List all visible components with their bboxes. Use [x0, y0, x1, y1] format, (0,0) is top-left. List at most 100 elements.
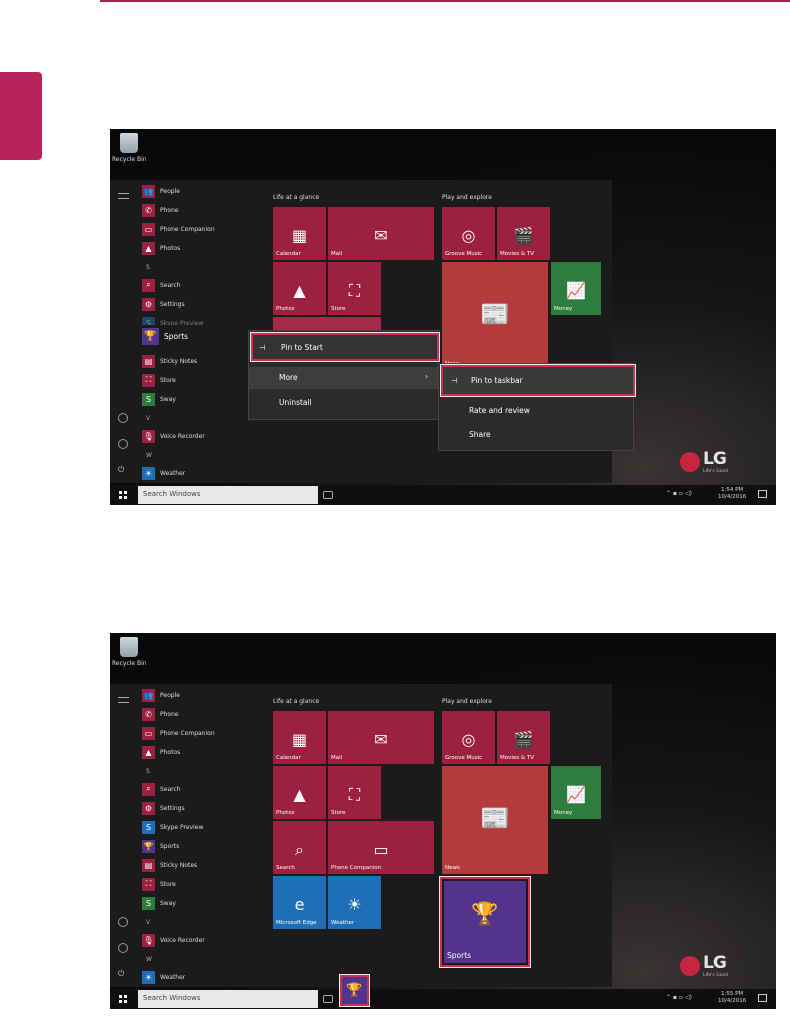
letter-v[interactable]: V — [146, 919, 150, 926]
letter-w[interactable]: W — [146, 956, 152, 963]
app-sway[interactable]: S Sway — [142, 895, 252, 911]
app-store[interactable]: ⛶ Store — [142, 876, 252, 892]
user-icon[interactable] — [118, 413, 128, 423]
app-voice-recorder[interactable]: 🎙 Voice Recorder — [142, 932, 252, 948]
tile-weather[interactable]: ☀ Weather — [328, 876, 381, 929]
app-sticky-notes[interactable]: ▤ Sticky Notes — [142, 353, 252, 369]
tile-microsoft-edge[interactable]: e Microsoft Edge — [273, 876, 326, 929]
system-tray-icons[interactable]: ⌃ ▪ ▫ ◁) — [666, 994, 692, 1001]
clock[interactable]: 1:54 PM 10/4/2016 — [718, 487, 746, 501]
tile-store[interactable]: ⛶ Store — [328, 766, 381, 819]
app-settings[interactable]: ⚙ Settings — [142, 296, 252, 312]
task-view-icon[interactable] — [323, 491, 333, 499]
windows-logo-icon[interactable] — [119, 491, 127, 499]
pin-to-taskbar-item[interactable]: ⊣ Pin to taskbar — [440, 364, 636, 397]
app-phone-companion[interactable]: ▭ Phone Companion — [142, 725, 252, 741]
search-box[interactable]: Search Windows — [138, 990, 318, 1008]
app-photos[interactable]: ▲ Photos — [142, 744, 252, 760]
mail-icon: ✉ — [374, 225, 388, 245]
windows-logo-icon[interactable] — [119, 995, 127, 1003]
app-weather[interactable]: ☀ Weather — [142, 969, 252, 985]
letter-w[interactable]: W — [146, 452, 152, 459]
search-box[interactable]: Search Windows — [138, 486, 318, 504]
lg-logo-icon — [680, 955, 700, 976]
sun-icon: ☀ — [142, 970, 155, 984]
recycle-bin-icon[interactable] — [120, 637, 138, 657]
app-phone[interactable]: ✆ Phone — [142, 202, 252, 218]
app-phone-companion[interactable]: ▭ Phone Companion — [142, 221, 252, 237]
share-item[interactable]: Share — [439, 425, 633, 445]
settings-icon[interactable] — [118, 943, 128, 953]
tile-calendar[interactable]: ▦ Calendar — [273, 711, 326, 764]
tile-store[interactable]: ⛶ Store — [328, 262, 381, 315]
system-tray-icons[interactable]: ⌃ ▪ ▫ ◁) — [666, 490, 692, 497]
rate-and-review-item[interactable]: Rate and review — [439, 401, 633, 421]
tile-mail[interactable]: ✉ Mail — [328, 711, 434, 764]
app-search[interactable]: ⌕ Search — [142, 781, 252, 797]
power-icon[interactable]: ⏻ — [118, 969, 124, 979]
tile-sports[interactable]: 🏆 Sports — [444, 881, 526, 963]
app-sports-selected[interactable]: 🏆 Sports — [140, 325, 240, 347]
tile-mail[interactable]: ✉ Mail — [328, 207, 434, 260]
sun-icon: ☀ — [142, 466, 155, 480]
mail-icon: ✉ — [374, 729, 388, 749]
app-people[interactable]: 👥 People — [142, 183, 252, 199]
task-view-icon[interactable] — [323, 995, 333, 1003]
notification-icon[interactable] — [758, 994, 767, 1002]
newspaper-icon: 📰 — [480, 299, 510, 328]
more-item[interactable]: More › — [249, 367, 439, 389]
tile-photos[interactable]: ▲ Photos — [273, 262, 326, 315]
submenu: ⊣ Pin to taskbar Rate and review Share — [438, 363, 636, 451]
group-play-and-explore[interactable]: Play and explore — [442, 194, 492, 201]
photo-icon: ▲ — [293, 784, 306, 804]
settings-icon[interactable] — [118, 439, 128, 449]
header-rule — [100, 0, 790, 2]
tile-money[interactable]: 📈 Money — [551, 766, 601, 819]
letter-s[interactable]: S — [146, 264, 150, 271]
user-icon[interactable] — [118, 917, 128, 927]
power-icon[interactable]: ⏻ — [118, 465, 124, 475]
group-life-at-a-glance[interactable]: Life at a glance — [273, 194, 319, 201]
pin-to-start-item[interactable]: ⊣ Pin to Start — [250, 332, 440, 362]
group-play-and-explore[interactable]: Play and explore — [442, 698, 492, 705]
app-sticky-notes[interactable]: ▤ Sticky Notes — [142, 857, 252, 873]
tile-phone-companion[interactable]: ▭ Phone Companion — [328, 821, 434, 874]
app-people[interactable]: 👥 People — [142, 687, 252, 703]
app-skype[interactable]: S Skype Preview — [142, 819, 252, 835]
taskbar-sports-icon[interactable]: 🏆 — [339, 974, 370, 1007]
app-phone[interactable]: ✆ Phone — [142, 706, 252, 722]
app-settings[interactable]: ⚙ Settings — [142, 800, 252, 816]
tile-groove-music[interactable]: ◎ Groove Music — [442, 711, 495, 764]
uninstall-item[interactable]: Uninstall — [249, 392, 439, 414]
store-bag-icon: ⛶ — [348, 280, 361, 300]
letter-s[interactable]: S — [146, 768, 150, 775]
app-photos[interactable]: ▲ Photos — [142, 240, 252, 256]
tile-photos[interactable]: ▲ Photos — [273, 766, 326, 819]
tile-calendar[interactable]: ▦ Calendar — [273, 207, 326, 260]
gear-icon: ⚙ — [142, 801, 155, 815]
tile-money[interactable]: 📈 Money — [551, 262, 601, 315]
clock[interactable]: 1:55 PM 10/4/2016 — [718, 991, 746, 1005]
tile-search[interactable]: ⌕ Search — [273, 821, 326, 874]
notification-icon[interactable] — [758, 490, 767, 498]
app-search[interactable]: ⌕ Search — [142, 277, 252, 293]
tile-news[interactable]: 📰News — [442, 766, 548, 874]
letter-v[interactable]: V — [146, 415, 150, 422]
tile-groove-music[interactable]: ◎ Groove Music — [442, 207, 495, 260]
recycle-bin-icon[interactable] — [120, 133, 138, 153]
app-store[interactable]: ⛶ Store — [142, 372, 252, 388]
clapper-icon: 🎬 — [513, 729, 534, 749]
lg-logo: LG Life's Good — [680, 953, 728, 978]
tile-movies-tv[interactable]: 🎬 Movies & TV — [497, 711, 550, 764]
group-life-at-a-glance[interactable]: Life at a glance — [273, 698, 319, 705]
app-sway[interactable]: S Sway — [142, 391, 252, 407]
trophy-icon: 🏆 — [346, 983, 363, 998]
tile-movies-tv[interactable]: 🎬 Movies & TV — [497, 207, 550, 260]
pin-icon: ⊣ — [259, 343, 266, 352]
app-voice-recorder[interactable]: 🎙 Voice Recorder — [142, 428, 252, 444]
tile-news[interactable]: 📰News — [442, 262, 548, 370]
hamburger-icon[interactable] — [118, 193, 129, 199]
app-sports[interactable]: 🏆 Sports — [142, 838, 252, 854]
app-weather[interactable]: ☀ Weather — [142, 465, 252, 481]
hamburger-icon[interactable] — [118, 697, 129, 703]
